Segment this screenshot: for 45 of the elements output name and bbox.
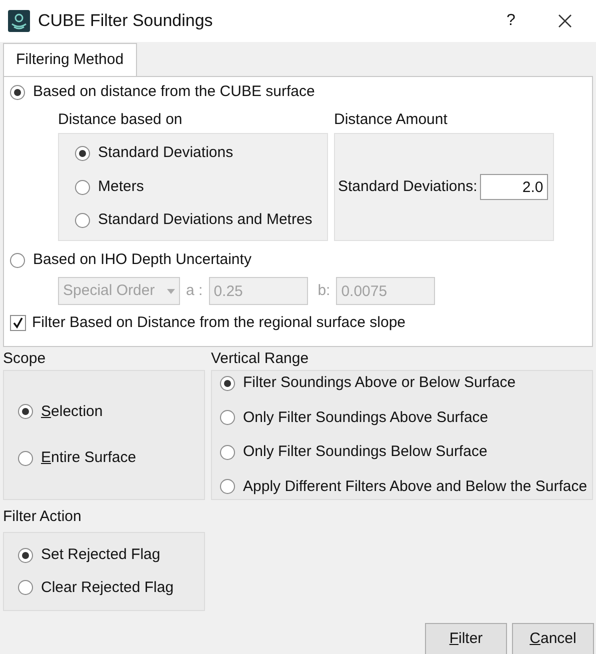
group-title: Distance based on [58,110,184,130]
radio-button[interactable] [18,404,33,420]
radio-label: Standard Deviations and Metres [98,210,312,230]
radio-label: Based on IHO Depth Uncertainty [33,250,252,270]
group-title: Vertical Range [211,348,310,369]
radio-button[interactable] [220,410,235,426]
radio-label: Meters [98,176,144,197]
group-title: Distance Amount [334,110,448,130]
field-label: Standard Deviations: [338,176,478,197]
radio-label: Only Filter Soundings Above Surface [243,408,488,428]
radio-label: Filter Soundings Above or Below Surface [243,373,516,393]
checkbox[interactable] [10,315,26,331]
radio-button[interactable] [10,84,25,100]
radio-button[interactable] [18,548,33,563]
radio-label: Clear Rejected Flag [41,578,174,598]
radio-label: Apply Different Filters Above and Below the Surface [243,476,588,496]
group-title: Filter Action [3,506,82,527]
radio-button[interactable] [220,376,235,391]
group-title: Scope [3,348,47,369]
field-label: b: [318,280,330,301]
help-button[interactable]: ? [496,9,526,33]
radio-label: Set Rejected Flag [41,545,160,565]
radio-button[interactable] [75,180,90,194]
radio-button[interactable] [10,252,25,268]
radio-label: Standard Deviations [98,143,234,164]
radio-button[interactable] [75,146,90,161]
window-title: CUBE Filter Soundings [38,10,213,32]
radio-label: Only Filter Soundings Below Surface [243,442,488,462]
radio-button[interactable] [75,213,90,228]
app-logo-icon [8,10,30,32]
close-icon[interactable] [558,14,572,28]
radio-button[interactable] [18,450,33,466]
field-label: a : [186,280,203,301]
tab[interactable]: Filtering Method [3,43,137,76]
dialog-button[interactable]: Cancel [512,623,594,654]
radio-label: Selection [41,402,103,422]
radio-button[interactable] [220,479,235,494]
caret-icon [167,288,175,294]
radio-label: Based on distance from the CUBE surface [33,82,315,102]
input-field[interactable]: 2.0 [480,174,548,200]
checkbox-label: Filter Based on Distance from the regional surface slope [32,312,406,333]
radio-button[interactable] [220,444,235,460]
dialog-button[interactable]: Filter [425,623,507,654]
radio-label: Entire Surface [41,448,136,468]
radio-button[interactable] [18,580,33,596]
